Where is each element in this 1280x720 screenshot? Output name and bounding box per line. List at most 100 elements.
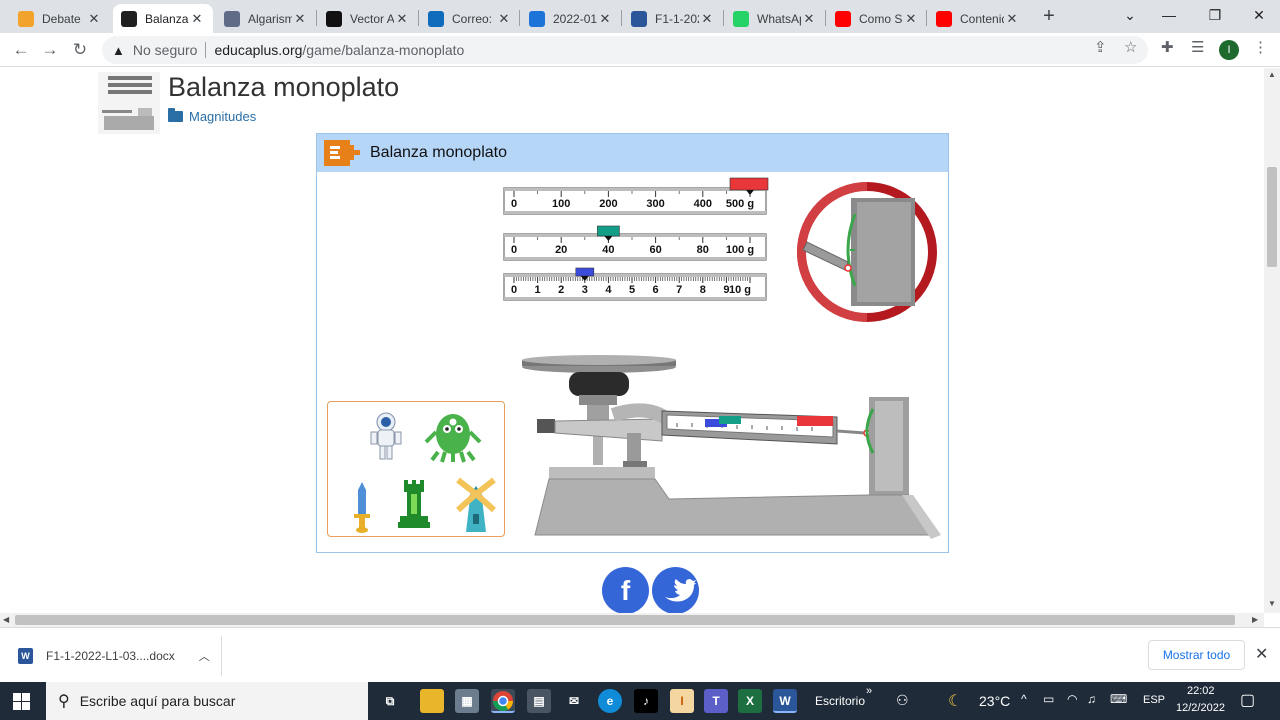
address-bar[interactable]: ▲ No seguro educaplus.org/game/balanza-m… (102, 36, 1148, 64)
show-all-button[interactable]: Mostrar todo (1148, 640, 1245, 670)
divider (221, 636, 222, 676)
tick-label: 300 (646, 198, 664, 210)
tab-strip: Debate ✕ Balanza ✕ Algarism ✕ Vector A ✕ Correo:… (0, 0, 1280, 33)
windmill-object[interactable] (456, 477, 496, 532)
tick-label: 500 g (726, 198, 754, 210)
tab-search-icon[interactable]: ⌄ (1119, 4, 1141, 26)
facebook-share-button[interactable]: f (602, 567, 649, 613)
weather-icon[interactable]: ☾ (948, 691, 962, 711)
tab-outlook-4[interactable]: Correo: I ✕ (420, 4, 520, 33)
word-icon (631, 10, 647, 27)
alien-object[interactable] (424, 414, 482, 463)
close-tab-icon[interactable]: ✕ (801, 11, 817, 27)
rider-body[interactable] (729, 177, 769, 191)
twitter-share-button[interactable] (652, 567, 699, 613)
reading-list-icon[interactable]: ☰ (1191, 38, 1204, 56)
task-view-icon[interactable]: ⧉ (378, 689, 402, 713)
minimize-button[interactable]: — (1158, 4, 1180, 26)
clock-time[interactable]: 22:02 (1187, 685, 1215, 697)
edge-icon[interactable]: e (598, 689, 622, 713)
tab-whatsapp-7[interactable]: WhatsAp ✕ (725, 4, 825, 33)
word-icon[interactable]: W (773, 689, 797, 713)
calculator-icon[interactable]: ▤ (527, 689, 551, 713)
vertical-scroll-thumb[interactable] (1267, 167, 1277, 267)
sword-object[interactable] (354, 482, 370, 533)
tab-onedrive-5[interactable]: 2022-01 ✕ (521, 4, 621, 33)
chess-rook-object[interactable] (398, 480, 430, 528)
tab-title: Algarism (248, 11, 292, 26)
store-icon[interactable]: ▦ (455, 689, 479, 713)
forward-button[interactable]: → (37, 37, 63, 63)
url-path: /game/balanza-monoplato (302, 42, 465, 58)
chevron-up-icon[interactable]: ^ (1021, 692, 1027, 706)
game-thumbnail[interactable] (98, 72, 160, 134)
close-tab-icon[interactable]: ✕ (189, 11, 205, 27)
notifications-icon[interactable]: ▢ (1240, 690, 1255, 710)
tab-title: WhatsAp (757, 11, 801, 26)
bookmark-star-icon[interactable]: ☆ (1124, 38, 1137, 56)
objects-set (354, 412, 496, 533)
close-download-bar-icon[interactable]: ✕ (1255, 644, 1268, 664)
category-link[interactable]: Magnitudes (168, 108, 256, 124)
horizontal-scroll-thumb[interactable] (15, 615, 1235, 625)
language-indicator[interactable]: ESP (1143, 694, 1165, 706)
excel-icon[interactable]: X (738, 689, 762, 713)
scroll-right-arrow[interactable]: ▶ (1252, 613, 1258, 627)
back-button[interactable]: ← (8, 37, 34, 63)
windows-start-icon[interactable] (13, 693, 30, 710)
tab-word-6[interactable]: F1-1-202 ✕ (623, 4, 723, 33)
close-tab-icon[interactable]: ✕ (394, 11, 410, 27)
close-tab-icon[interactable]: ✕ (597, 11, 613, 27)
rider-body[interactable] (575, 267, 595, 277)
chevron-right-icon[interactable]: » (866, 685, 872, 697)
file-explorer-icon[interactable] (420, 689, 444, 713)
profile-avatar[interactable]: I (1219, 40, 1239, 60)
scroll-down-arrow[interactable]: ▼ (1264, 599, 1280, 608)
mail-icon[interactable]: ✉ (562, 689, 586, 713)
close-tab-icon[interactable]: ✕ (699, 11, 715, 27)
extensions-icon[interactable]: ✚ (1161, 38, 1174, 56)
reload-button[interactable]: ↻ (67, 37, 93, 63)
chrome-icon[interactable] (491, 689, 515, 713)
share-icon[interactable]: ⇪ (1094, 38, 1107, 56)
volume-icon[interactable]: ♫ (1087, 692, 1096, 706)
teams-icon[interactable]: T (704, 689, 728, 713)
battery-icon[interactable]: ▭ (1043, 692, 1054, 706)
close-tab-icon[interactable]: ✕ (1004, 11, 1020, 27)
tab-pixel-3[interactable]: Vector A ✕ (318, 4, 418, 33)
chevron-up-icon[interactable]: ︿ (199, 648, 210, 664)
taskbar-search-box[interactable]: ⚲ Escribe aquí para buscar (46, 682, 368, 720)
gear-icon (224, 10, 240, 27)
app-icon[interactable]: I (670, 689, 694, 713)
download-item[interactable]: W F1-1-2022-L1-03....docx ︿ (18, 648, 210, 664)
wifi-icon[interactable]: ◠ (1067, 692, 1077, 706)
close-tab-icon[interactable]: ✕ (86, 11, 102, 27)
tiktok-icon[interactable]: ♪ (634, 689, 658, 713)
close-tab-icon[interactable]: ✕ (496, 11, 512, 27)
desktop-label[interactable]: Escritorio (815, 694, 865, 708)
tab-gear-2[interactable]: Algarism ✕ (216, 4, 316, 33)
new-tab-button[interactable]: + (1038, 6, 1060, 28)
tab-pencil-0[interactable]: Debate ✕ (10, 4, 110, 33)
tab-youtube-8[interactable]: Como Sa✕ (827, 4, 927, 33)
close-window-button[interactable]: ✕ (1248, 4, 1270, 26)
people-icon[interactable]: ⚇ (896, 692, 909, 709)
weather-temperature[interactable]: 23°C (979, 693, 1010, 709)
close-tab-icon[interactable]: ✕ (292, 11, 308, 27)
rider-body[interactable] (597, 225, 620, 237)
scroll-left-arrow[interactable]: ◀ (3, 613, 9, 627)
vertical-scrollbar[interactable]: ▲ ▼ (1264, 68, 1280, 613)
restore-button[interactable]: ❐ (1204, 4, 1226, 26)
tab-educaplus-1[interactable]: Balanza ✕ (113, 4, 213, 33)
horizontal-scrollbar[interactable]: ◀ ▶ (0, 613, 1264, 627)
clock-date[interactable]: 12/2/2022 (1176, 702, 1225, 714)
tick-label: 10 g (729, 284, 751, 296)
scroll-up-arrow[interactable]: ▲ (1264, 70, 1280, 79)
menu-icon[interactable]: ⋮ (1253, 38, 1268, 56)
keyboard-icon[interactable]: ⌨ (1110, 692, 1127, 706)
tab-divider (723, 10, 724, 26)
close-tab-icon[interactable]: ✕ (903, 11, 919, 27)
tab-youtube-9[interactable]: Contenid ✕ (928, 4, 1028, 33)
page-content: Balanza monoplato Magnitudes Balanza mon… (0, 68, 1264, 613)
astronaut-object[interactable] (370, 412, 402, 460)
